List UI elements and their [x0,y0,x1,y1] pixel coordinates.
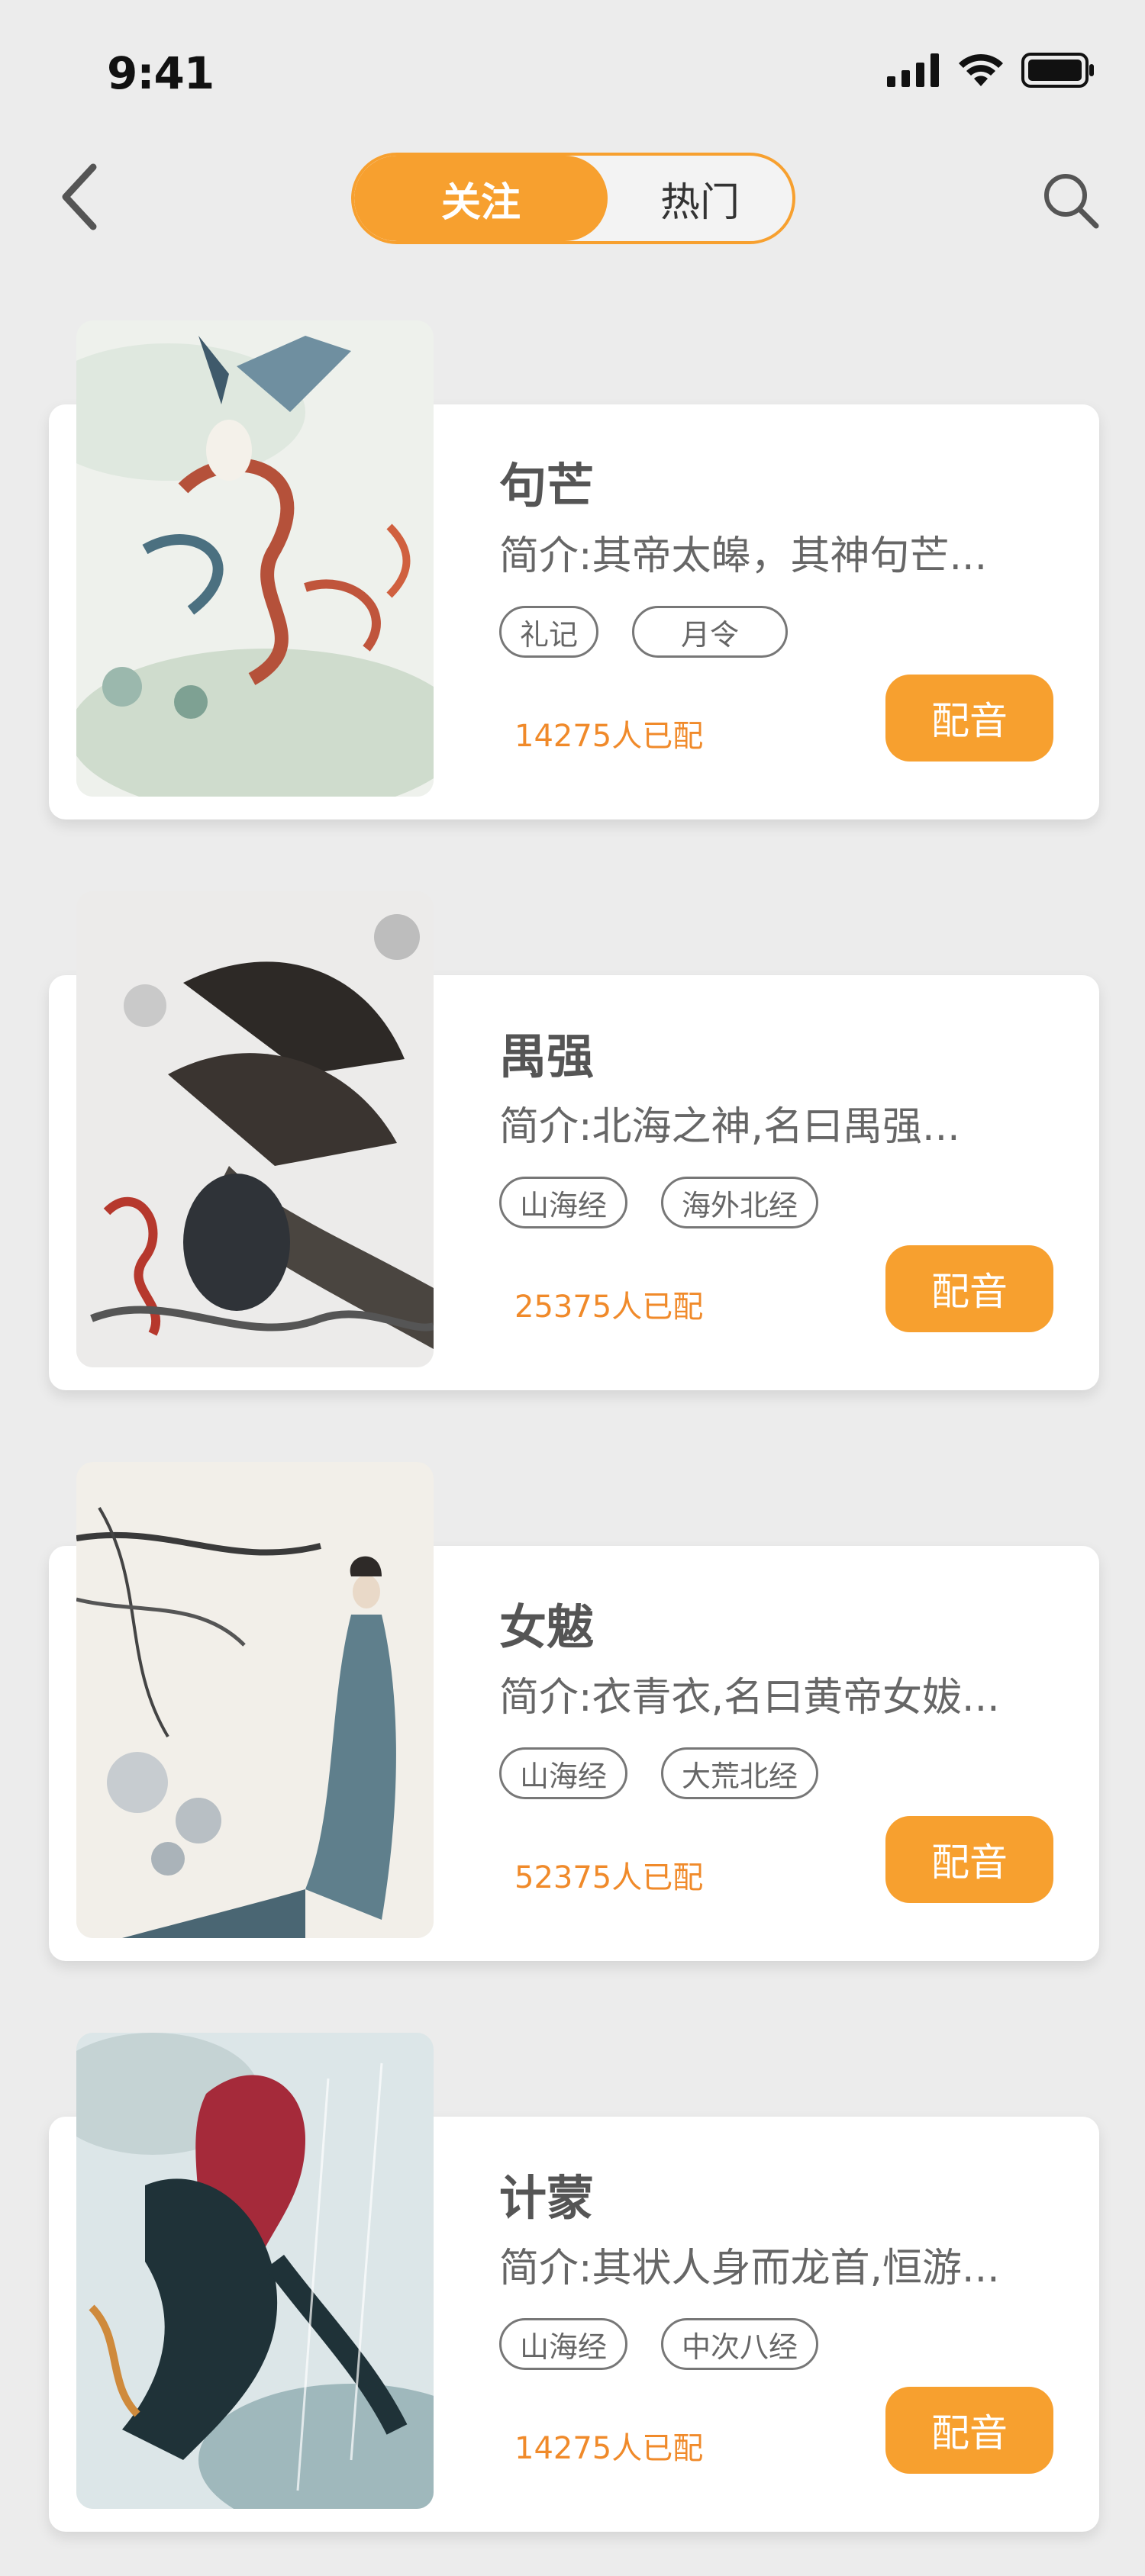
dub-count: 14275人已配 [514,2431,704,2466]
character-card[interactable]: 禺强 简介:北海之神,名曰禺强... 山海经 海外北经 25375人已配 配音 [49,891,1099,1395]
status-time: 9:41 [107,47,214,99]
character-description: 简介:其帝太皞，其神句芒... [499,533,988,579]
battery-icon [1021,53,1096,91]
back-button[interactable] [49,160,110,237]
tab-popular[interactable]: 热门 [608,156,792,241]
nav-bar: 关注 热门 [0,145,1145,252]
character-description: 简介:其状人身而龙首,恒游... [499,2246,1000,2291]
character-description: 简介:北海之神,名曰禺强... [499,1104,960,1150]
tag[interactable]: 山海经 [499,1177,628,1228]
tab-switcher: 关注 热门 [351,153,795,244]
tag-list: 礼记 月令 [499,606,789,658]
status-bar: 9:41 [0,0,1145,137]
dub-count: 25375人已配 [514,1290,704,1325]
tag[interactable]: 海外北经 [661,1177,819,1228]
dub-button[interactable]: 配音 [885,675,1053,762]
chevron-left-icon [58,163,101,234]
dub-count: 14275人已配 [514,719,704,754]
tag-list: 山海经 大荒北经 [499,1747,819,1799]
character-name: 计蒙 [499,2170,595,2226]
dub-button[interactable]: 配音 [885,2387,1053,2474]
search-button[interactable] [1032,163,1108,240]
character-description: 简介:衣青衣,名曰黄帝女妭... [499,1675,1000,1721]
tag[interactable]: 月令 [632,606,789,658]
tag-list: 山海经 海外北经 [499,1177,819,1228]
wifi-icon [957,53,1005,91]
character-illustration [76,1462,434,1938]
character-illustration [76,891,434,1367]
status-icons [887,50,1096,93]
character-illustration [76,2033,434,2509]
tag[interactable]: 山海经 [499,1747,628,1799]
tag[interactable]: 中次八经 [661,2318,819,2370]
tab-following[interactable]: 关注 [354,156,608,241]
character-name: 女魃 [499,1599,595,1655]
character-card[interactable]: 计蒙 简介:其状人身而龙首,恒游... 山海经 中次八经 14275人已配 配音 [49,2033,1099,2536]
tag[interactable]: 大荒北经 [661,1747,819,1799]
tag-list: 山海经 中次八经 [499,2318,819,2370]
search-icon [1040,169,1101,233]
dub-count: 52375人已配 [514,1860,704,1895]
tag[interactable]: 礼记 [499,606,599,658]
cellular-signal-icon [887,53,940,90]
dub-button[interactable]: 配音 [885,1245,1053,1332]
character-name: 禺强 [499,1029,595,1084]
character-card[interactable]: 女魃 简介:衣青衣,名曰黄帝女妭... 山海经 大荒北经 52375人已配 配音 [49,1462,1099,1966]
dub-button[interactable]: 配音 [885,1816,1053,1903]
character-illustration [76,320,434,797]
character-name: 句芒 [499,458,595,514]
tag[interactable]: 山海经 [499,2318,628,2370]
character-card[interactable]: 句芒 简介:其帝太皞，其神句芒... 礼记 月令 14275人已配 配音 [49,320,1099,824]
